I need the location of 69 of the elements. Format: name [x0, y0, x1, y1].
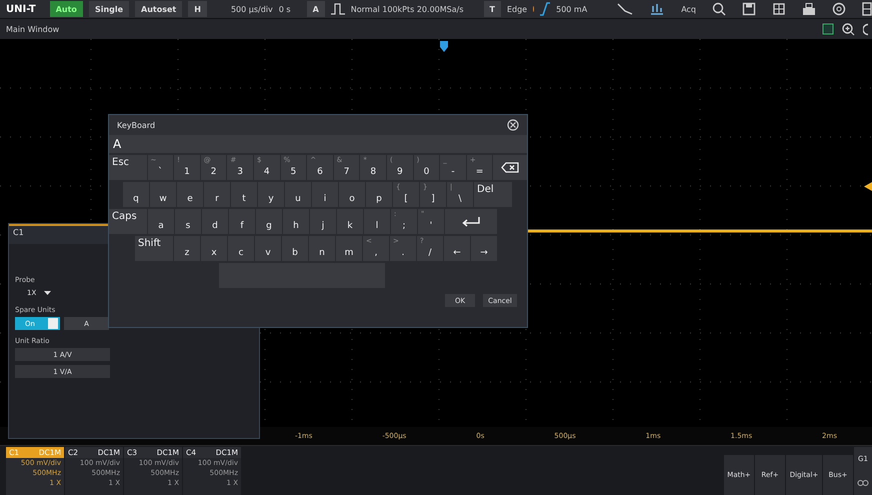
trigger-button[interactable]: T	[484, 1, 501, 17]
keyboard-key[interactable]: g	[256, 209, 282, 234]
keyboard-key[interactable]: a	[148, 209, 174, 234]
keyboard-key[interactable]: q	[123, 182, 149, 207]
input-field[interactable]: A	[109, 135, 527, 153]
close-icon[interactable]	[507, 119, 519, 131]
keyboard-key[interactable]: t	[231, 182, 257, 207]
enter-icon	[461, 216, 481, 228]
keyboard-key[interactable]: Caps	[109, 209, 147, 234]
zoom-in-icon[interactable]	[842, 22, 855, 36]
backspace-key[interactable]	[493, 155, 527, 180]
keyboard-key[interactable]: Esc	[109, 155, 147, 180]
run-mode-button[interactable]: Autoset	[135, 1, 182, 17]
rising-edge-icon	[540, 2, 550, 16]
trigger-type: Edge	[506, 4, 528, 14]
link-icon[interactable]	[857, 479, 869, 487]
measure-icon[interactable]	[649, 2, 666, 16]
acq-button[interactable]: Acq	[681, 4, 696, 14]
keyboard-key[interactable]: d	[202, 209, 228, 234]
keyboard-key[interactable]: f	[229, 209, 255, 234]
backspace-icon	[501, 162, 520, 173]
cursor-line-icon[interactable]	[617, 2, 634, 16]
run-mode-button[interactable]: Single	[88, 1, 130, 17]
keyboard-key[interactable]: b	[282, 236, 308, 261]
keyboard-key[interactable]: k	[337, 209, 363, 234]
keyboard-key[interactable]: y	[258, 182, 284, 207]
keyboard-key[interactable]: j	[310, 209, 336, 234]
keyboard-key[interactable]: r	[204, 182, 230, 207]
keyboard-key[interactable]: n	[309, 236, 335, 261]
trigger-level-marker[interactable]	[864, 182, 872, 191]
settings-icon[interactable]	[832, 2, 846, 16]
window-title: Main Window	[6, 24, 60, 34]
printer-icon[interactable]	[802, 2, 816, 16]
keyboard-key[interactable]: s	[175, 209, 201, 234]
pulse-icon	[330, 3, 345, 15]
keyboard-key[interactable]: v	[255, 236, 281, 261]
keyboard-key[interactable]: w	[150, 182, 176, 207]
search-icon[interactable]	[712, 2, 726, 16]
grid-icon[interactable]	[772, 2, 786, 16]
keyboard-key[interactable]: p	[366, 182, 392, 207]
enter-key[interactable]	[445, 209, 497, 234]
keyboard-key[interactable]: z	[174, 236, 200, 261]
caret-icon	[44, 291, 52, 295]
trigger-position-marker[interactable]	[440, 41, 448, 52]
keyboard-key[interactable]: l	[364, 209, 390, 234]
keyboard-key[interactable]: h	[283, 209, 309, 234]
keyboard-key[interactable]: m	[336, 236, 362, 261]
panel-title: C1	[13, 228, 24, 237]
keyboard-key[interactable]: i	[312, 182, 338, 207]
dialog-title: KeyBoard	[117, 120, 156, 130]
layout-icon[interactable]	[862, 2, 872, 16]
brand-logo: UNI-T	[6, 4, 36, 14]
timebase-scale: 500 μs/div	[230, 4, 273, 14]
keyboard-key[interactable]: Shift	[135, 236, 173, 261]
panel-icon[interactable]	[822, 23, 834, 35]
keyboard-key[interactable]: c	[228, 236, 254, 261]
keyboard-key[interactable]: o	[339, 182, 365, 207]
keyboard-key[interactable]: ←	[444, 236, 470, 261]
trigger-level: 500 mA	[556, 4, 588, 14]
keyboard-key[interactable]: Del	[474, 182, 512, 207]
keyboard-key[interactable]: →	[471, 236, 497, 261]
save-icon[interactable]	[742, 2, 756, 16]
time-offset: 0 s	[278, 4, 291, 14]
keyboard-key[interactable]: e	[177, 182, 203, 207]
acquisition-mode: Normal 100kPts 20.00MSa/s	[350, 4, 464, 14]
horizontal-button[interactable]: H	[188, 1, 207, 17]
keyboard-key[interactable]: u	[285, 182, 311, 207]
keyboard-key[interactable]: x	[201, 236, 227, 261]
acquire-button[interactable]: A	[306, 1, 325, 17]
